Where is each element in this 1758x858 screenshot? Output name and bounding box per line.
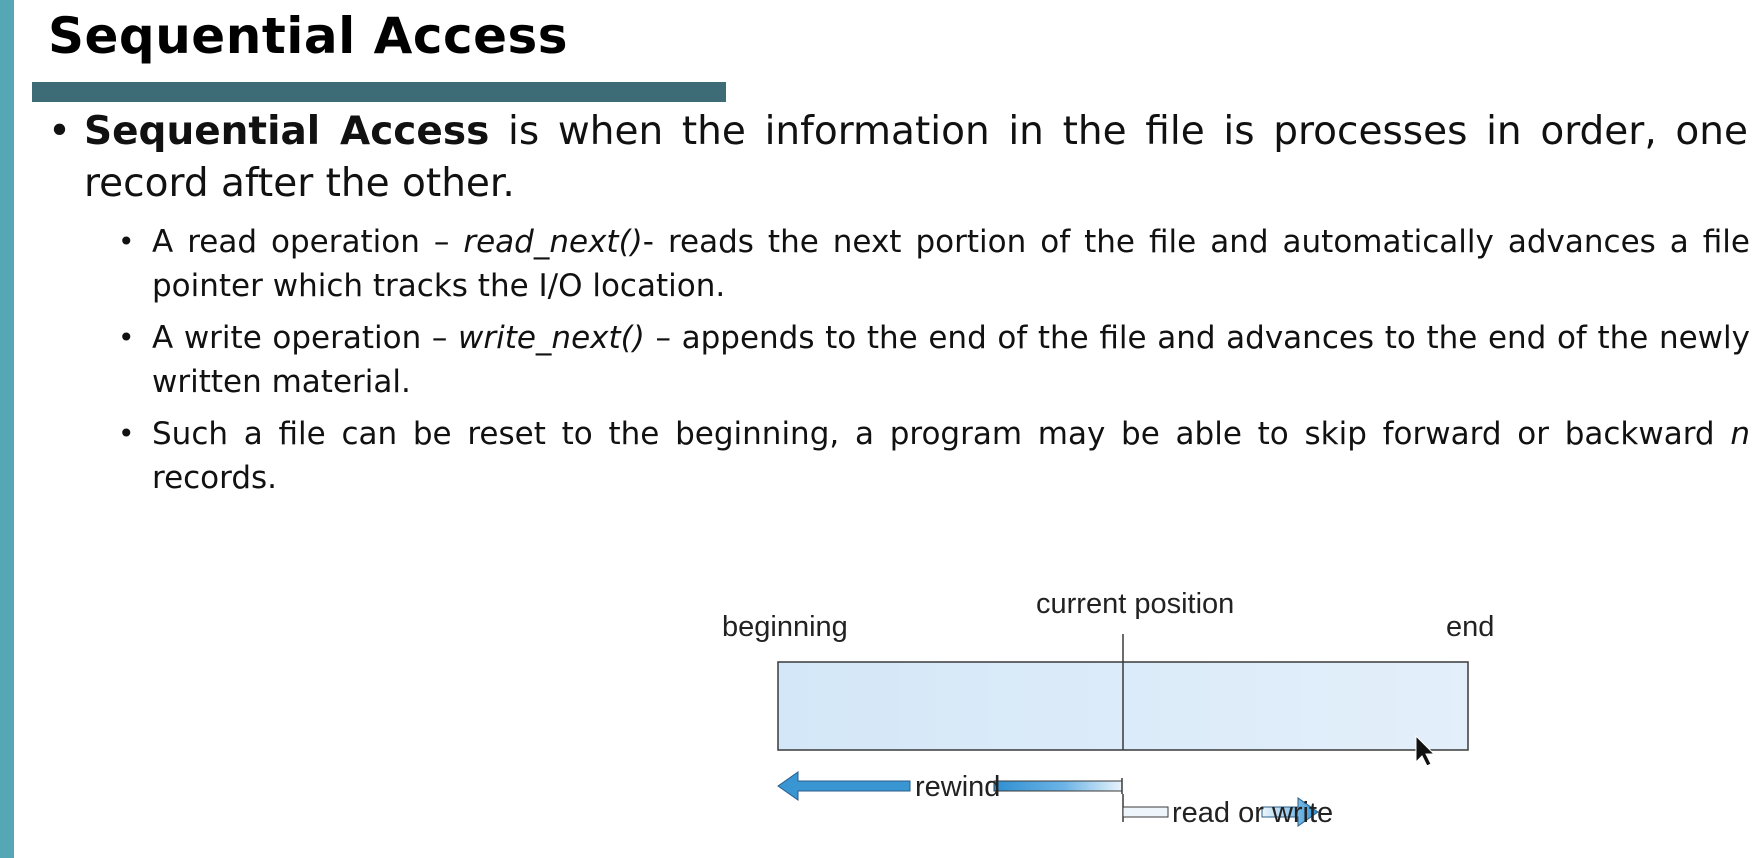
label-current-position: current position — [1036, 588, 1234, 620]
sequential-access-diagram: beginning current position end rewind re… — [722, 588, 1494, 829]
label-beginning: beginning — [722, 611, 848, 643]
label-end: end — [1446, 611, 1494, 643]
label-read-or-write: read or write — [1172, 797, 1333, 829]
label-rewind: rewind — [915, 771, 1000, 803]
